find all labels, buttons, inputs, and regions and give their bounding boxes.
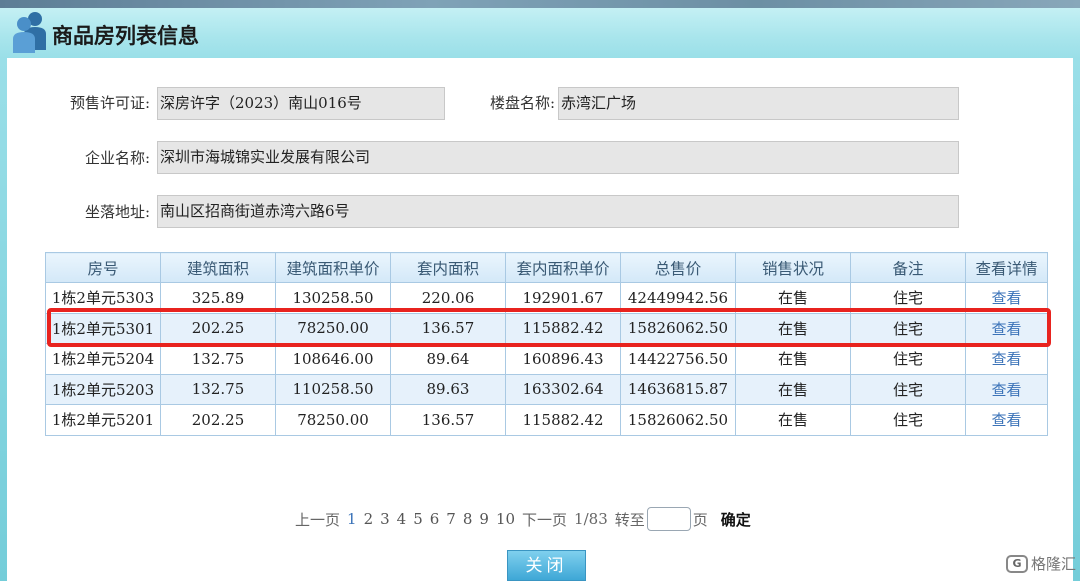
cell-inner-area: 89.64 bbox=[390, 343, 506, 375]
col-header-area-price: 建筑面积单价 bbox=[275, 252, 391, 283]
page-link-9[interactable]: 9 bbox=[479, 510, 489, 528]
table-row: 1栋2单元5203 132.75 110258.50 89.63 163302.… bbox=[45, 373, 1048, 405]
goto-page-input[interactable] bbox=[646, 507, 691, 531]
cell-room: 1栋2单元5204 bbox=[45, 343, 161, 375]
cell-inner-area: 220.06 bbox=[390, 282, 506, 314]
page-link-8[interactable]: 8 bbox=[463, 510, 473, 528]
view-detail-link[interactable]: 查看 bbox=[965, 343, 1048, 375]
company-field: 深圳市海城锦实业发展有限公司 bbox=[157, 141, 959, 174]
cell-room: 1栋2单元5201 bbox=[45, 404, 161, 436]
page-link-1[interactable]: 1 bbox=[347, 510, 357, 528]
col-header-area: 建筑面积 bbox=[160, 252, 276, 283]
project-name-label: 楼盘名称: bbox=[489, 94, 555, 112]
next-page-link[interactable]: 下一页 bbox=[522, 509, 567, 530]
left-border-strip bbox=[0, 58, 7, 581]
page-link-10[interactable]: 10 bbox=[496, 510, 515, 528]
page-link-7[interactable]: 7 bbox=[446, 510, 456, 528]
page-header: 商品房列表信息 bbox=[0, 8, 1080, 58]
pagination: 上一页 1 2 3 4 5 6 7 8 9 10 下一页 1/83 转至 页 确… bbox=[295, 507, 758, 531]
cell-area-price: 78250.00 bbox=[275, 404, 391, 436]
cell-inner-area: 89.63 bbox=[390, 373, 506, 405]
table-row: 1栋2单元5301 202.25 78250.00 136.57 115882.… bbox=[45, 312, 1048, 344]
page-link-2[interactable]: 2 bbox=[364, 510, 374, 528]
confirm-goto-button[interactable]: 确定 bbox=[721, 509, 751, 530]
col-header-room: 房号 bbox=[45, 252, 161, 283]
permit-field: 深房许字（2023）南山016号 bbox=[157, 87, 445, 120]
cell-room: 1栋2单元5301 bbox=[45, 312, 161, 344]
page-link-5[interactable]: 5 bbox=[413, 510, 423, 528]
col-header-status: 销售状况 bbox=[735, 252, 851, 283]
right-border-strip bbox=[1073, 58, 1080, 581]
cell-note: 住宅 bbox=[850, 312, 966, 344]
cell-inner-price: 160896.43 bbox=[505, 343, 621, 375]
view-detail-link[interactable]: 查看 bbox=[965, 312, 1048, 344]
cell-area: 132.75 bbox=[160, 343, 276, 375]
cell-status: 在售 bbox=[735, 312, 851, 344]
cell-area-price: 130258.50 bbox=[275, 282, 391, 314]
permit-label: 预售许可证: bbox=[69, 94, 150, 112]
cell-area: 325.89 bbox=[160, 282, 276, 314]
cell-total-price: 15826062.50 bbox=[620, 312, 736, 344]
address-label: 坐落地址: bbox=[84, 203, 150, 221]
cell-room: 1栋2单元5203 bbox=[45, 373, 161, 405]
view-detail-link[interactable]: 查看 bbox=[965, 282, 1048, 314]
users-icon bbox=[13, 12, 46, 53]
watermark-text: 格隆汇 bbox=[1031, 555, 1077, 573]
cell-status: 在售 bbox=[735, 282, 851, 314]
cell-status: 在售 bbox=[735, 343, 851, 375]
view-detail-link[interactable]: 查看 bbox=[965, 404, 1048, 436]
page-link-3[interactable]: 3 bbox=[380, 510, 390, 528]
company-label: 企业名称: bbox=[84, 149, 150, 167]
project-name-field: 赤湾汇广场 bbox=[558, 87, 959, 120]
prev-page-link[interactable]: 上一页 bbox=[295, 509, 340, 530]
cell-area: 202.25 bbox=[160, 312, 276, 344]
cell-note: 住宅 bbox=[850, 404, 966, 436]
cell-note: 住宅 bbox=[850, 373, 966, 405]
page-link-6[interactable]: 6 bbox=[430, 510, 440, 528]
goto-label: 转至 bbox=[614, 510, 645, 529]
cell-area-price: 108646.00 bbox=[275, 343, 391, 375]
view-detail-link[interactable]: 查看 bbox=[965, 373, 1048, 405]
cell-inner-area: 136.57 bbox=[390, 312, 506, 344]
cell-inner-area: 136.57 bbox=[390, 404, 506, 436]
cell-total-price: 15826062.50 bbox=[620, 404, 736, 436]
cell-status: 在售 bbox=[735, 373, 851, 405]
house-list-table: 房号 建筑面积 建筑面积单价 套内面积 套内面积单价 总售价 销售状况 备注 查… bbox=[45, 252, 1048, 436]
cell-area-price: 78250.00 bbox=[275, 312, 391, 344]
cell-area: 132.75 bbox=[160, 373, 276, 405]
col-header-total-price: 总售价 bbox=[620, 252, 736, 283]
table-row: 1栋2单元5201 202.25 78250.00 136.57 115882.… bbox=[45, 404, 1048, 436]
cell-total-price: 14422756.50 bbox=[620, 343, 736, 375]
page-info: 1/83 bbox=[574, 510, 608, 528]
cell-note: 住宅 bbox=[850, 282, 966, 314]
cell-inner-price: 163302.64 bbox=[505, 373, 621, 405]
cell-area-price: 110258.50 bbox=[275, 373, 391, 405]
page-link-4[interactable]: 4 bbox=[397, 510, 407, 528]
cell-note: 住宅 bbox=[850, 343, 966, 375]
top-decor-bar bbox=[0, 0, 1080, 8]
cell-inner-price: 192901.67 bbox=[505, 282, 621, 314]
cell-total-price: 42449942.56 bbox=[620, 282, 736, 314]
address-field: 南山区招商街道赤湾六路6号 bbox=[157, 195, 959, 228]
table-header-row: 房号 建筑面积 建筑面积单价 套内面积 套内面积单价 总售价 销售状况 备注 查… bbox=[45, 252, 1048, 283]
col-header-detail: 查看详情 bbox=[965, 252, 1048, 283]
cell-total-price: 14636815.87 bbox=[620, 373, 736, 405]
cell-inner-price: 115882.42 bbox=[505, 404, 621, 436]
watermark-logo-icon: G bbox=[1006, 554, 1028, 573]
table-row: 1栋2单元5303 325.89 130258.50 220.06 192901… bbox=[45, 282, 1048, 314]
col-header-note: 备注 bbox=[850, 252, 966, 283]
page-title: 商品房列表信息 bbox=[52, 24, 199, 48]
cell-status: 在售 bbox=[735, 404, 851, 436]
page-unit-label: 页 bbox=[692, 510, 708, 529]
table-row: 1栋2单元5204 132.75 108646.00 89.64 160896.… bbox=[45, 343, 1048, 375]
cell-area: 202.25 bbox=[160, 404, 276, 436]
col-header-inner-price: 套内面积单价 bbox=[505, 252, 621, 283]
close-button[interactable]: 关闭 bbox=[507, 550, 586, 581]
cell-room: 1栋2单元5303 bbox=[45, 282, 161, 314]
watermark: G 格隆汇 bbox=[1006, 553, 1076, 574]
col-header-inner-area: 套内面积 bbox=[390, 252, 506, 283]
cell-inner-price: 115882.42 bbox=[505, 312, 621, 344]
